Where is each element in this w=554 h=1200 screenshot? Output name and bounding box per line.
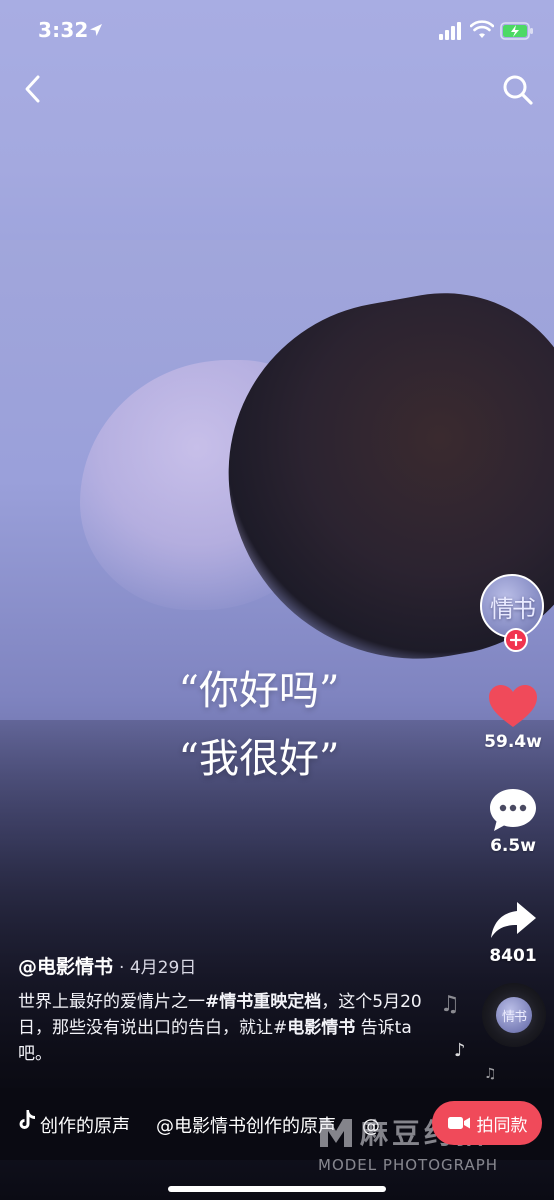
- comment-button[interactable]: 6.5w: [476, 786, 550, 856]
- music-ticker-item: @电影情书创作的原声: [156, 1116, 336, 1137]
- video-subtitle-line-1: “你好吗”: [178, 668, 340, 714]
- camera-icon: [447, 1117, 470, 1129]
- hashtag-link-1[interactable]: #情书重映定档: [205, 992, 321, 1012]
- music-note-icon: ♫: [440, 992, 460, 1017]
- avatar-text: 情书: [490, 594, 536, 623]
- music-disc-button[interactable]: 情书: [482, 983, 546, 1047]
- status-time: 3:32: [38, 18, 89, 42]
- video-screen[interactable]: 3:32 “你好吗” “我很好” 情书 59.4w 6.5w 8401 @电影情…: [0, 0, 554, 1200]
- author-handle[interactable]: @电影情书: [18, 956, 113, 978]
- music-note-icon: [19, 1110, 35, 1129]
- video-subtitle-line-2: “我很好”: [178, 736, 340, 782]
- shoot-same-label: 拍同款: [476, 1115, 528, 1136]
- shoot-same-button[interactable]: 拍同款: [432, 1101, 542, 1145]
- search-icon: [503, 75, 533, 105]
- music-note-icon: ♪: [454, 1040, 466, 1061]
- wifi-icon: [470, 20, 494, 38]
- back-button[interactable]: [14, 70, 52, 108]
- disc-cover-text: 情书: [501, 1009, 527, 1025]
- cellular-signal-icon: [439, 22, 461, 40]
- status-bar: 3:32: [0, 0, 554, 60]
- heart-icon: [489, 685, 537, 727]
- plus-icon: [510, 634, 522, 646]
- comment-bubble-icon: [490, 789, 536, 831]
- hashtag-link-2[interactable]: 电影情书: [287, 1018, 355, 1038]
- post-date: · 4月29日: [119, 958, 197, 978]
- comment-count: 6.5w: [490, 836, 536, 856]
- music-ticker-item: 创作的原声: [40, 1116, 130, 1137]
- share-button[interactable]: 8401: [476, 896, 550, 966]
- author-avatar-button[interactable]: 情书: [480, 574, 544, 652]
- music-disc-cover: 情书: [496, 997, 532, 1033]
- chevron-left-icon: [25, 75, 40, 103]
- description-text-1: 世界上最好的爱情片之一: [18, 992, 205, 1012]
- like-count: 59.4w: [484, 732, 542, 752]
- watermark-subtitle: MODEL PHOTOGRAPH: [318, 1156, 499, 1174]
- location-arrow-icon: [90, 24, 102, 36]
- watermark-logo-icon: [320, 1119, 352, 1147]
- video-description: 世界上最好的爱情片之一#情书重映定档，这个5月20日，那些没有说出口的告白，就让…: [18, 989, 438, 1067]
- search-button[interactable]: [498, 70, 538, 110]
- music-note-icon: ♫: [484, 1066, 497, 1082]
- like-button[interactable]: 59.4w: [476, 682, 550, 752]
- home-indicator[interactable]: [168, 1186, 386, 1192]
- battery-charging-icon: [500, 22, 533, 40]
- author-line: @电影情书 · 4月29日: [18, 952, 438, 979]
- video-info: @电影情书 · 4月29日 世界上最好的爱情片之一#情书重映定档，这个5月20日，…: [18, 952, 438, 1067]
- follow-button[interactable]: [504, 628, 528, 652]
- share-count: 8401: [489, 946, 537, 966]
- share-arrow-icon: [491, 902, 536, 938]
